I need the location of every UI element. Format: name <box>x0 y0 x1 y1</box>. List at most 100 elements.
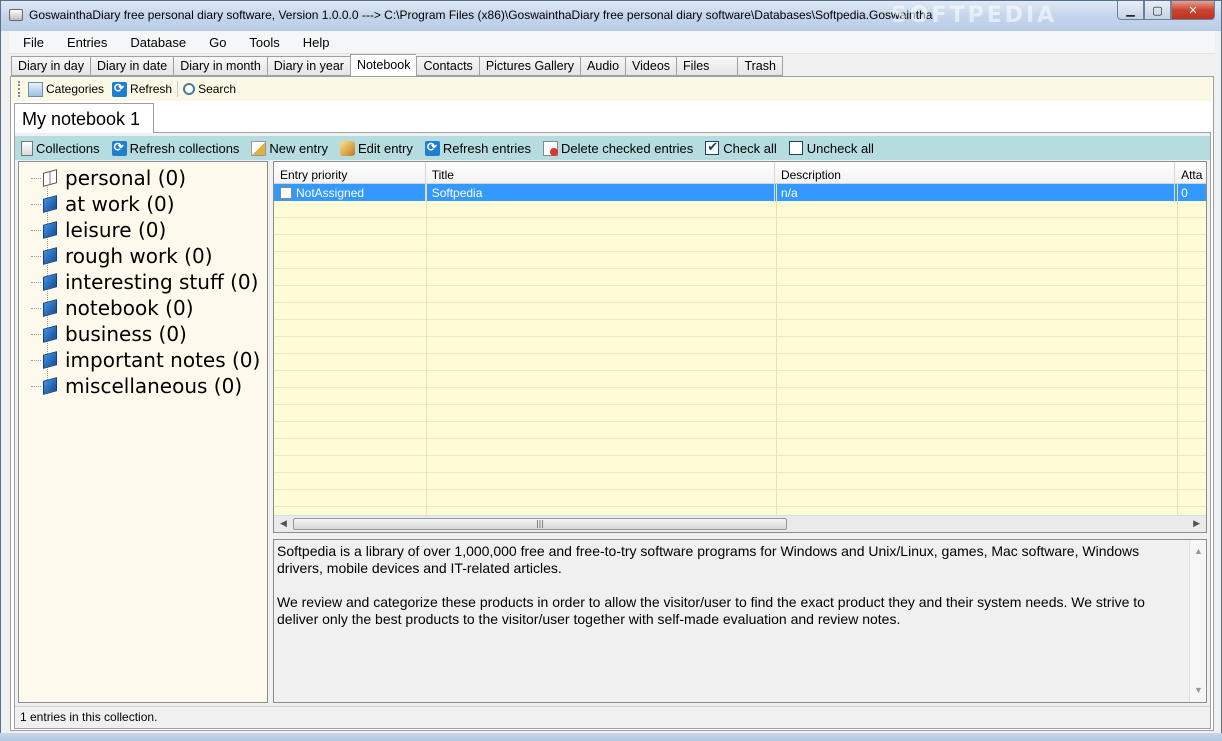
row-description[interactable]: n/a <box>775 184 1176 201</box>
refresh-entries-button[interactable]: Refresh entries <box>424 140 532 156</box>
tab-diary-in-month[interactable]: Diary in month <box>173 56 267 76</box>
unchecked-checkbox-icon <box>788 141 803 155</box>
table-row[interactable]: NotAssigned Softpedia n/a 0 <box>274 184 1206 201</box>
book-icon <box>43 273 57 291</box>
uncheck-all-label: Uncheck all <box>806 140 874 156</box>
book-icon <box>43 299 57 317</box>
refresh-icon <box>111 140 127 156</box>
tree-item-interesting-stuff[interactable]: interesting stuff (0) <box>23 269 260 295</box>
checked-checkbox-icon <box>705 139 720 155</box>
new-entry-icon <box>251 140 267 156</box>
menu-database[interactable]: Database <box>116 35 195 50</box>
tab-audio[interactable]: Audio <box>580 56 626 76</box>
tab-diary-in-day[interactable]: Diary in day <box>11 56 90 76</box>
refresh-entries-label: Refresh entries <box>442 140 532 156</box>
collections-button[interactable]: Collections <box>21 140 100 156</box>
refresh-collections-label: Refresh collections <box>129 140 240 156</box>
minimize-button[interactable]: ▁ <box>1117 1 1144 20</box>
row-title[interactable]: Softpedia <box>426 184 775 201</box>
scroll-thumb[interactable]: ||| <box>293 518 787 530</box>
tree-item-label: rough work (0) <box>65 244 213 268</box>
maximize-button[interactable]: ▢ <box>1144 1 1171 20</box>
menu-file[interactable]: File <box>9 35 53 50</box>
categories-label: Categories <box>46 82 105 96</box>
new-entry-button[interactable]: New entry <box>251 140 328 156</box>
refresh-collections-button[interactable]: Refresh collections <box>111 140 240 156</box>
grid-header: Entry priority Title Description Atta <box>274 162 1206 184</box>
refresh-button[interactable]: Refresh <box>112 81 172 97</box>
tab-videos[interactable]: Videos <box>625 56 677 76</box>
menu-tools[interactable]: Tools <box>235 35 288 50</box>
collections-tree[interactable]: personal (0) at work (0) leisure (0) rou… <box>18 161 268 703</box>
watermark: SOFTPEDIA <box>891 3 1058 28</box>
close-button[interactable]: ✕ <box>1171 1 1215 20</box>
scroll-down-icon[interactable]: ▼ <box>1194 682 1203 699</box>
tab-pictures-gallery[interactable]: Pictures Gallery <box>478 56 581 76</box>
window-controls: ▁ ▢ ✕ <box>1117 1 1215 20</box>
delete-checked-button[interactable]: Delete checked entries <box>543 140 693 156</box>
grid-body: NotAssigned Softpedia n/a 0 <box>274 184 1206 516</box>
scroll-left-icon[interactable]: ◀ <box>280 519 287 529</box>
book-icon <box>43 195 57 213</box>
column-header-entry-priority[interactable]: Entry priority <box>274 162 426 183</box>
tree-item-personal[interactable]: personal (0) <box>23 165 260 191</box>
tree-item-notebook[interactable]: notebook (0) <box>23 295 260 321</box>
tab-files[interactable]: Files <box>676 56 738 76</box>
title-bar[interactable]: GoswainthaDiary free personal diary soft… <box>1 1 1221 31</box>
app-icon <box>9 9 23 21</box>
edit-entry-label: Edit entry <box>357 140 413 156</box>
entries-grid: Entry priority Title Description Atta No… <box>273 161 1207 533</box>
column-header-attachments[interactable]: Atta <box>1175 162 1206 183</box>
check-all-button[interactable]: Check all <box>705 139 777 156</box>
vertical-scrollbar[interactable]: ▲ ▼ <box>1189 540 1206 702</box>
window-title: GoswainthaDiary free personal diary soft… <box>29 8 933 22</box>
tree-item-business[interactable]: business (0) <box>23 321 260 347</box>
menu-entries[interactable]: Entries <box>53 35 116 50</box>
entry-content-textbox[interactable]: Softpedia is a library of over 1,000,000… <box>273 539 1207 703</box>
book-icon <box>43 247 57 265</box>
tree-item-important-notes[interactable]: important notes (0) <box>23 347 260 373</box>
collections-label: Collections <box>36 140 100 156</box>
main-tabs: Diary in day Diary in date Diary in mont… <box>11 54 783 76</box>
tree-item-label: notebook (0) <box>65 296 194 320</box>
scroll-up-icon[interactable]: ▲ <box>1194 543 1203 560</box>
search-button[interactable]: Search <box>183 82 236 96</box>
menu-go[interactable]: Go <box>195 35 235 50</box>
tree-item-miscellaneous[interactable]: miscellaneous (0) <box>23 373 260 399</box>
row-priority-cell[interactable]: NotAssigned <box>274 184 426 201</box>
tree-item-label: personal (0) <box>65 166 187 190</box>
tab-contacts[interactable]: Contacts <box>416 56 479 76</box>
uncheck-all-button[interactable]: Uncheck all <box>788 140 874 156</box>
tree-item-at-work[interactable]: at work (0) <box>23 191 260 217</box>
column-header-title[interactable]: Title <box>426 162 775 183</box>
horizontal-scrollbar[interactable]: ◀ ||| ▶ <box>274 515 1206 532</box>
tree-item-label: miscellaneous (0) <box>65 374 243 398</box>
categories-button[interactable]: Categories <box>28 81 105 97</box>
tab-diary-in-year[interactable]: Diary in year <box>266 56 350 76</box>
entries-toolbar: Collections Refresh collections New entr… <box>15 136 1210 160</box>
check-all-label: Check all <box>723 140 777 156</box>
toolbar-grip[interactable] <box>18 81 22 97</box>
tab-trash[interactable]: Trash <box>737 56 783 76</box>
app-window: GoswainthaDiary free personal diary soft… <box>0 0 1222 741</box>
collections-icon <box>21 140 33 156</box>
search-icon <box>183 83 196 95</box>
edit-entry-button[interactable]: Edit entry <box>339 140 413 156</box>
refresh-icon <box>424 140 440 156</box>
categories-icon <box>28 81 43 97</box>
column-header-description[interactable]: Description <box>775 162 1176 183</box>
row-attachments[interactable]: 0 <box>1175 184 1206 201</box>
tab-notebook[interactable]: Notebook <box>349 54 417 76</box>
tab-my-notebook[interactable]: My notebook 1 <box>14 103 154 133</box>
scroll-right-icon[interactable]: ▶ <box>1193 519 1200 529</box>
menu-help[interactable]: Help <box>289 35 339 50</box>
tree-items: personal (0) at work (0) leisure (0) rou… <box>23 165 260 399</box>
tree-item-label: at work (0) <box>65 192 175 216</box>
tab-diary-in-date[interactable]: Diary in date <box>90 56 174 76</box>
open-book-icon <box>43 169 57 187</box>
book-icon <box>43 351 57 369</box>
tree-item-leisure[interactable]: leisure (0) <box>23 217 260 243</box>
tree-item-rough-work[interactable]: rough work (0) <box>23 243 260 269</box>
main-toolbar: Categories Refresh Search <box>12 77 1212 101</box>
row-checkbox[interactable] <box>280 186 292 199</box>
